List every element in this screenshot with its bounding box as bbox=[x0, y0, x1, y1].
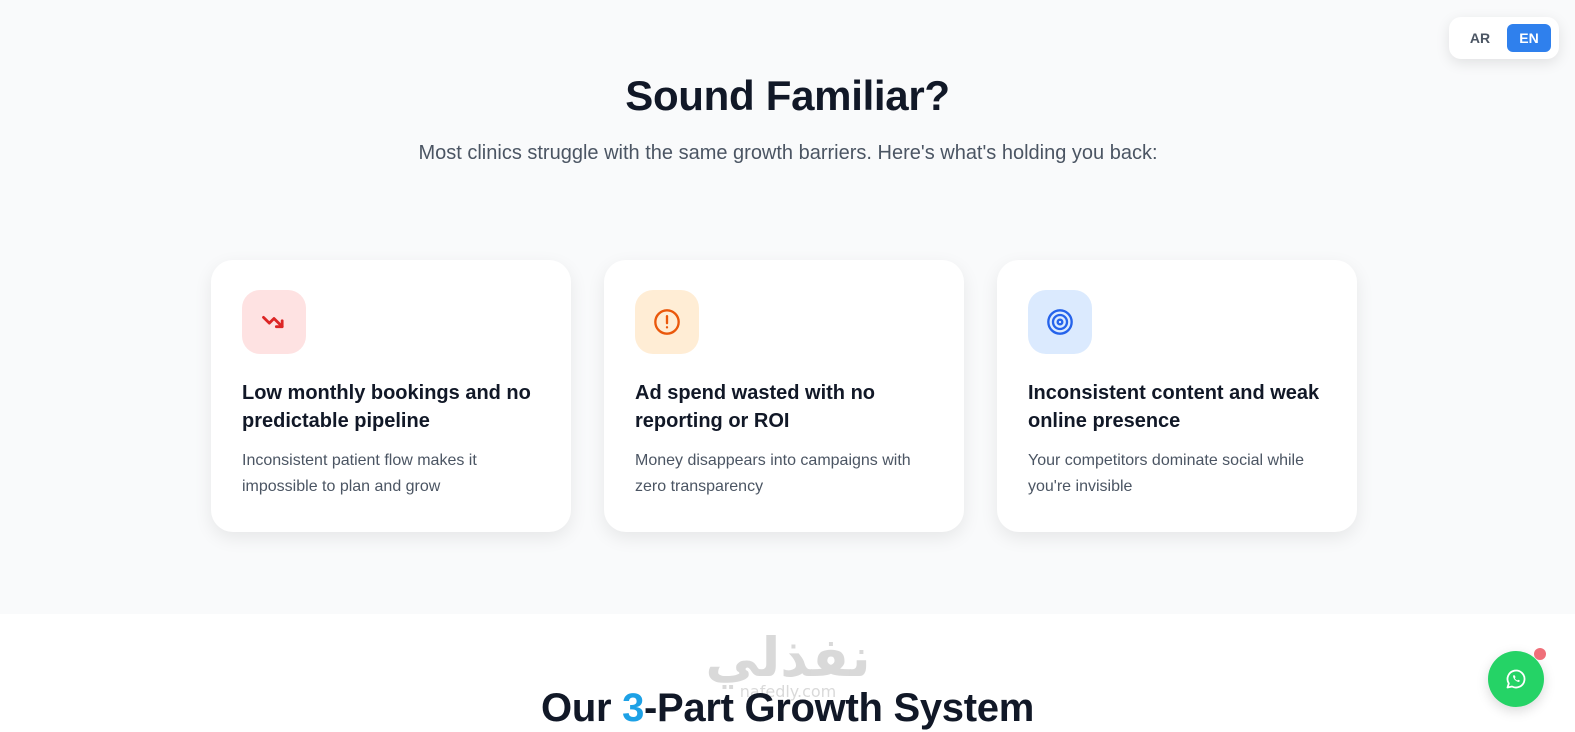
watermark-text: نفذلي bbox=[705, 626, 871, 689]
growth-title-suffix: -Part Growth System bbox=[644, 686, 1034, 730]
language-switch: AR EN bbox=[1449, 17, 1559, 59]
growth-system-title: Our 3-Part Growth System bbox=[0, 686, 1575, 731]
section-subtitle: Most clinics struggle with the same grow… bbox=[418, 142, 1158, 164]
problem-card: Inconsistent content and weak online pre… bbox=[997, 260, 1357, 532]
whatsapp-icon bbox=[1506, 669, 1526, 689]
growth-title-accent: 3 bbox=[622, 686, 645, 730]
trending-down-icon bbox=[242, 290, 306, 354]
page: AR EN Sound Familiar? Most clinics strug… bbox=[0, 0, 1575, 732]
problem-cards: Low monthly bookings and no predictable … bbox=[211, 260, 1357, 532]
growth-title-prefix: Our bbox=[541, 686, 623, 730]
target-icon bbox=[1028, 290, 1092, 354]
card-title: Ad spend wasted with no reporting or ROI bbox=[635, 382, 876, 432]
problem-card: Low monthly bookings and no predictable … bbox=[211, 260, 571, 532]
problem-card: Ad spend wasted with no reporting or ROI… bbox=[604, 260, 964, 532]
problems-section: AR EN Sound Familiar? Most clinics strug… bbox=[0, 0, 1575, 614]
language-en-button[interactable]: EN bbox=[1507, 24, 1551, 52]
whatsapp-chat-button[interactable] bbox=[1488, 651, 1544, 707]
card-title: Inconsistent content and weak online pre… bbox=[1028, 382, 1320, 432]
alert-circle-icon bbox=[635, 290, 699, 354]
language-ar-button[interactable]: AR bbox=[1459, 24, 1501, 52]
card-description: Your competitors dominate social while y… bbox=[1028, 452, 1304, 495]
notification-dot bbox=[1534, 648, 1546, 660]
card-description: Money disappears into campaigns with zer… bbox=[635, 452, 911, 495]
card-description: Inconsistent patient flow makes it impos… bbox=[242, 452, 477, 495]
section-title: Sound Familiar? bbox=[625, 72, 950, 119]
card-title: Low monthly bookings and no predictable … bbox=[242, 382, 531, 432]
